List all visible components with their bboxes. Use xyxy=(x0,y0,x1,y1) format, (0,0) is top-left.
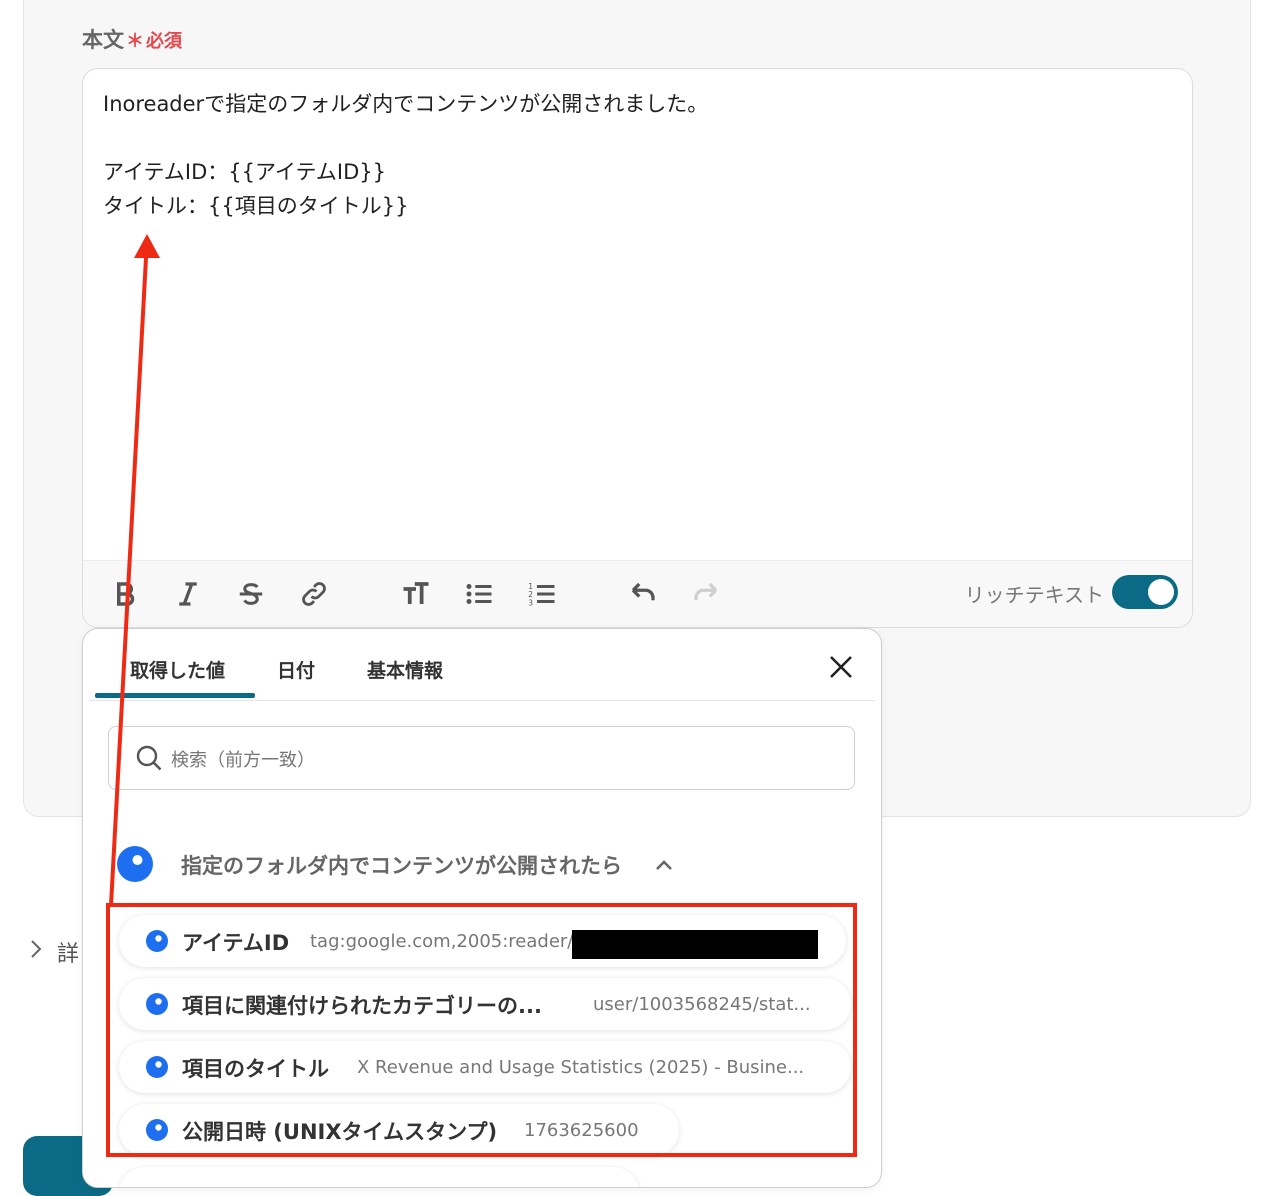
body-field-label: 本文＊必須 xyxy=(82,24,182,54)
item-name: アイテムID xyxy=(182,931,290,955)
item-name: 公開日時 (UNIXタイムスタンプ) xyxy=(182,1120,498,1144)
item-name: 項目に関連付けられたカテゴリーの... xyxy=(182,994,542,1018)
text-size-icon[interactable] xyxy=(399,577,433,611)
value-item-category[interactable]: 項目に関連付けられたカテゴリーの... user/1003568245/stat… xyxy=(119,978,851,1030)
rich-text-toggle[interactable] xyxy=(1112,575,1178,609)
body-editor[interactable]: Inoreaderで指定のフォルダ内でコンテンツが公開されました。 アイテムID… xyxy=(82,68,1193,628)
search-icon xyxy=(135,744,163,772)
search-placeholder: 検索（前方一致） xyxy=(171,750,315,771)
svg-text:3: 3 xyxy=(528,598,533,607)
editor-toolbar: 123 リッチテキスト xyxy=(83,560,1192,627)
details-expander[interactable]: 詳 xyxy=(26,936,79,968)
close-icon[interactable] xyxy=(827,653,855,681)
bullet-list-icon[interactable] xyxy=(462,577,496,611)
tab-acquired-values[interactable]: 取得した値 xyxy=(130,656,225,683)
chevron-up-icon[interactable] xyxy=(653,854,675,876)
editor-line: タイトル：{{項目のタイトル}} xyxy=(103,194,409,218)
value-item-partial[interactable] xyxy=(119,1167,639,1187)
redo-icon[interactable] xyxy=(689,577,723,611)
required-mark: ＊ xyxy=(126,31,144,52)
inoreader-icon xyxy=(146,993,168,1015)
item-value: X Revenue and Usage Statistics (2025) - … xyxy=(357,1057,805,1078)
bold-icon[interactable] xyxy=(108,577,142,611)
item-value: user/1003568245/stat... xyxy=(593,994,811,1015)
item-name: 項目のタイトル xyxy=(182,1057,329,1081)
active-tab-indicator xyxy=(95,693,255,698)
value-item-title[interactable]: 項目のタイトル X Revenue and Usage Statistics (… xyxy=(119,1041,851,1093)
value-item-item-id[interactable]: アイテムID tag:google.com,2005:reader/ xyxy=(119,915,846,967)
details-label: 詳 xyxy=(57,942,80,967)
trigger-group-header[interactable]: 指定のフォルダ内でコンテンツが公開されたら xyxy=(117,844,717,884)
body-field-label-text: 本文 xyxy=(82,28,124,52)
item-value: tag:google.com,2005:reader/ xyxy=(310,931,574,952)
chevron-right-icon xyxy=(26,936,46,968)
numbered-list-icon[interactable]: 123 xyxy=(525,577,559,611)
italic-icon[interactable] xyxy=(171,577,205,611)
editor-line: アイテムID：{{アイテムID}} xyxy=(103,160,386,184)
toggle-knob xyxy=(1148,579,1174,605)
variable-picker-popup: 取得した値 日付 基本情報 検索（前方一致） 指定のフォルダ内でコンテンツが公開… xyxy=(82,628,882,1188)
strikethrough-icon[interactable] xyxy=(234,577,268,611)
redaction-box xyxy=(572,930,818,959)
tab-basic-info[interactable]: 基本情報 xyxy=(367,656,443,683)
editor-content[interactable]: Inoreaderで指定のフォルダ内でコンテンツが公開されました。 アイテムID… xyxy=(103,87,1172,223)
link-icon[interactable] xyxy=(297,577,331,611)
item-value: 1763625600 xyxy=(524,1120,639,1141)
required-text: 必須 xyxy=(146,31,182,52)
editor-line: Inoreaderで指定のフォルダ内でコンテンツが公開されました。 xyxy=(103,92,709,116)
inoreader-icon xyxy=(146,1056,168,1078)
value-item-published-at[interactable]: 公開日時 (UNIXタイムスタンプ) 1763625600 xyxy=(119,1104,679,1156)
undo-icon[interactable] xyxy=(626,577,660,611)
picker-tabs: 取得した値 日付 基本情報 xyxy=(89,629,875,701)
inoreader-icon xyxy=(117,846,153,882)
inoreader-icon xyxy=(146,930,168,952)
rich-text-label: リッチテキスト xyxy=(964,583,1104,607)
search-field[interactable]: 検索（前方一致） xyxy=(108,726,855,790)
tab-date[interactable]: 日付 xyxy=(277,656,315,683)
trigger-group-title: 指定のフォルダ内でコンテンツが公開されたら xyxy=(181,854,622,878)
inoreader-icon xyxy=(146,1119,168,1141)
